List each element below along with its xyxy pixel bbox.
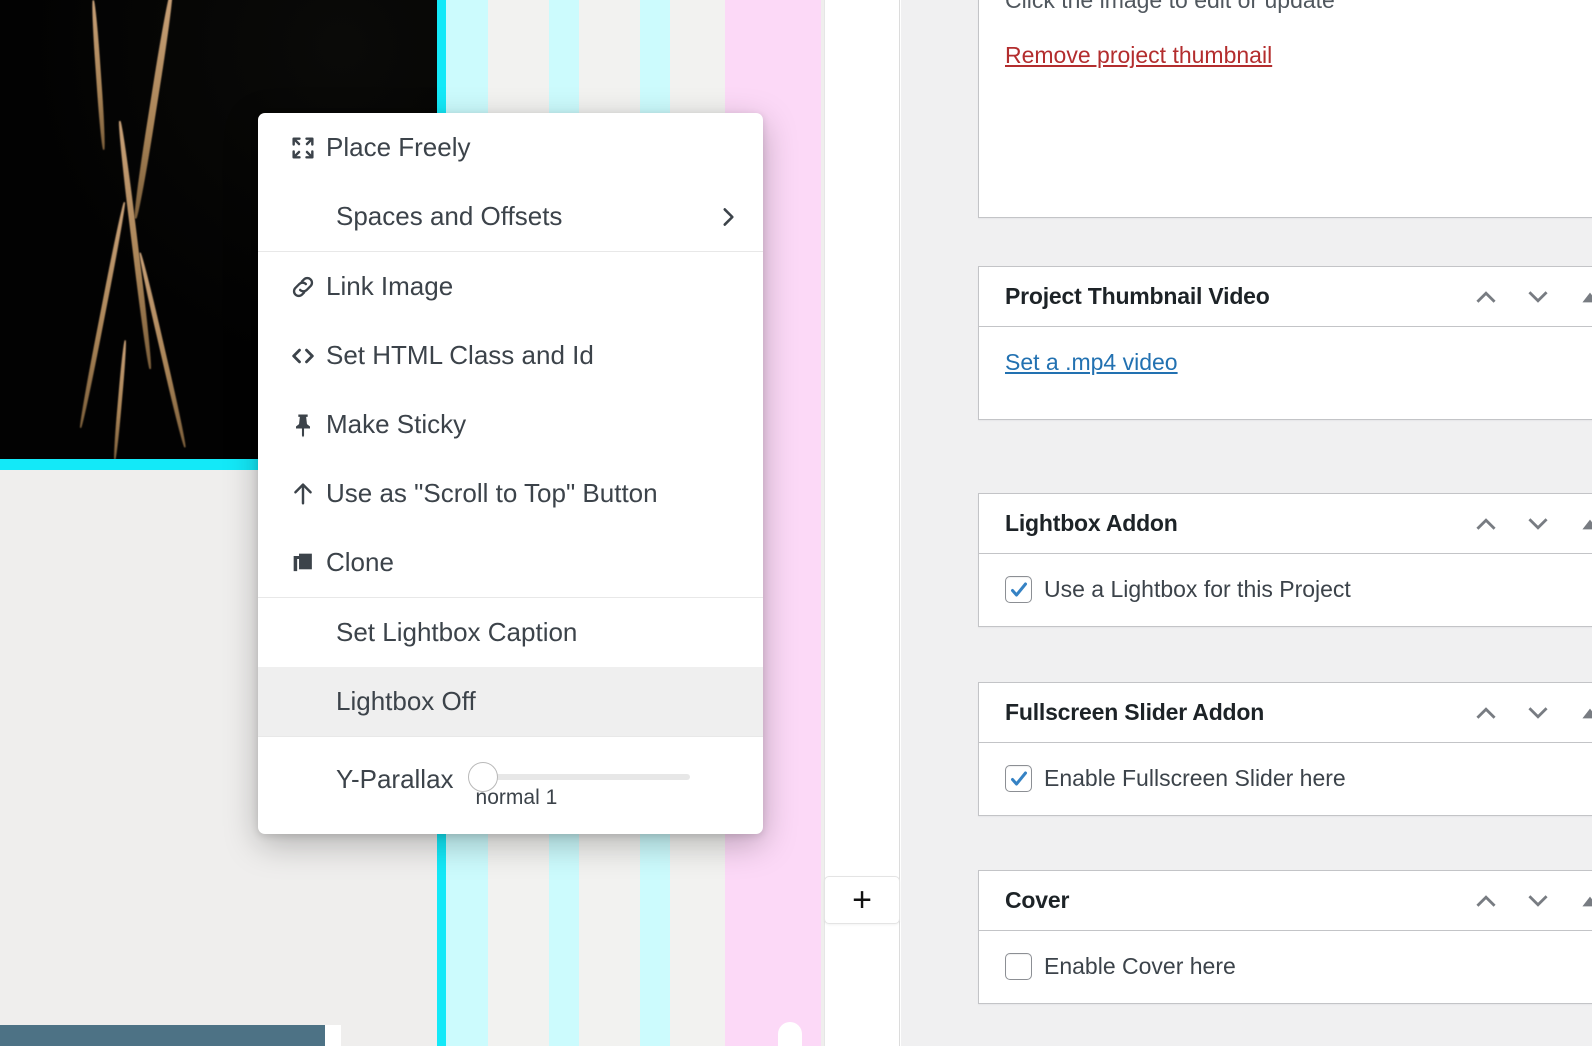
menu-item-label: Clone [326, 547, 394, 578]
panel-header[interactable]: Cover [979, 871, 1592, 931]
check-icon [1009, 580, 1029, 600]
chevron-up-icon[interactable] [1473, 284, 1499, 310]
plus-icon: + [852, 883, 872, 917]
expand-arrows-icon [280, 134, 326, 162]
y-parallax-label: Y-Parallax [336, 756, 454, 795]
panel-lightbox-addon: Lightbox Addon [978, 493, 1592, 627]
menu-item-make-sticky[interactable]: Make Sticky [258, 390, 763, 459]
menu-item-set-html-class-and-id[interactable]: Set HTML Class and Id [258, 321, 763, 390]
menu-item-label: Use as "Scroll to Top" Button [326, 478, 658, 509]
pin-icon [280, 411, 326, 439]
thumbnail-hint: Click the image to edit or update [1005, 0, 1592, 14]
add-block-button[interactable]: + [824, 876, 900, 924]
corner-nub [778, 1022, 802, 1046]
menu-item-lightbox-off[interactable]: Lightbox Off [258, 667, 763, 736]
panel-project-thumbnail-video: Project Thumbnail Video Set a .mp4 video [978, 266, 1592, 420]
checkbox-enable-fullscreen-slider[interactable] [1005, 765, 1032, 792]
slider-track[interactable] [480, 774, 690, 780]
checkbox-enable-cover[interactable] [1005, 953, 1032, 980]
panel-title: Lightbox Addon [1005, 510, 1473, 537]
menu-item-set-lightbox-caption[interactable]: Set Lightbox Caption [258, 598, 763, 667]
triangle-up-icon[interactable] [1577, 511, 1592, 537]
chevron-down-icon[interactable] [1525, 700, 1551, 726]
checkbox-use-lightbox[interactable] [1005, 576, 1032, 603]
menu-item-label: Place Freely [326, 132, 471, 163]
panel-title: Cover [1005, 887, 1473, 914]
panel-fullscreen-slider-addon: Fullscreen Slider Addon [978, 682, 1592, 816]
code-brackets-icon [280, 342, 326, 370]
link-icon [280, 273, 326, 301]
triangle-up-icon[interactable] [1577, 700, 1592, 726]
panel-header[interactable]: Lightbox Addon [979, 494, 1592, 554]
menu-item-label: Set HTML Class and Id [326, 340, 594, 371]
y-parallax-slider[interactable]: normal 1 [468, 756, 690, 810]
clone-icon [280, 549, 326, 577]
y-parallax-value: normal 1 [476, 786, 690, 810]
fullscreen-slider-checkbox-row[interactable]: Enable Fullscreen Slider here [1005, 765, 1592, 792]
settings-sidebar: Click the image to edit or update Remove… [901, 0, 1592, 1046]
chevron-up-icon[interactable] [1473, 700, 1499, 726]
menu-item-label: Lightbox Off [336, 686, 476, 717]
checkbox-label: Enable Fullscreen Slider here [1044, 765, 1346, 792]
menu-item-use-as-scroll-to-top-button[interactable]: Use as "Scroll to Top" Button [258, 459, 763, 528]
panel-project-thumbnail: Click the image to edit or update Remove… [978, 0, 1592, 218]
panel-cover: Cover Enable Cover here [978, 870, 1592, 1004]
y-parallax-control-row[interactable]: Y-Parallax normal 1 [258, 737, 763, 834]
arrow-up-icon [280, 480, 326, 508]
panel-header[interactable]: Fullscreen Slider Addon [979, 683, 1592, 743]
menu-item-label: Set Lightbox Caption [336, 617, 577, 648]
menu-item-label: Make Sticky [326, 409, 466, 440]
panel-header-icons [1473, 284, 1592, 310]
chevron-up-icon[interactable] [1473, 511, 1499, 537]
checkbox-label: Use a Lightbox for this Project [1044, 576, 1351, 603]
cover-checkbox-row[interactable]: Enable Cover here [1005, 953, 1592, 980]
panel-header-icons [1473, 888, 1592, 914]
menu-item-link-image[interactable]: Link Image [258, 252, 763, 321]
bottom-block-bar [0, 1025, 325, 1046]
menu-item-clone[interactable]: Clone [258, 528, 763, 597]
triangle-up-icon[interactable] [1577, 888, 1592, 914]
lightbox-checkbox-row[interactable]: Use a Lightbox for this Project [1005, 576, 1592, 603]
menu-item-label: Spaces and Offsets [336, 201, 562, 232]
remove-project-thumbnail-link[interactable]: Remove project thumbnail [1005, 42, 1272, 69]
panel-header[interactable]: Project Thumbnail Video [979, 267, 1592, 327]
menu-item-label: Link Image [326, 271, 453, 302]
chevron-right-icon [715, 204, 741, 230]
set-mp4-video-link[interactable]: Set a .mp4 video [1005, 349, 1178, 376]
check-icon [1009, 769, 1029, 789]
chevron-down-icon[interactable] [1525, 511, 1551, 537]
menu-item-place-freely[interactable]: Place Freely [258, 113, 763, 182]
panel-header-icons [1473, 511, 1592, 537]
chevron-up-icon[interactable] [1473, 888, 1499, 914]
chevron-down-icon[interactable] [1525, 284, 1551, 310]
bottom-block-gap [325, 1025, 341, 1046]
image-block-context-menu[interactable]: Place Freely Spaces and Offsets Link [258, 113, 763, 834]
panel-title: Fullscreen Slider Addon [1005, 699, 1473, 726]
app-root: + Click the image to edit or update Remo… [0, 0, 1592, 1046]
slider-knob[interactable] [468, 762, 498, 792]
chevron-down-icon[interactable] [1525, 888, 1551, 914]
panel-header-icons [1473, 700, 1592, 726]
checkbox-label: Enable Cover here [1044, 953, 1236, 980]
menu-item-spaces-and-offsets[interactable]: Spaces and Offsets [258, 182, 763, 251]
triangle-up-icon[interactable] [1577, 284, 1592, 310]
panel-title: Project Thumbnail Video [1005, 283, 1473, 310]
